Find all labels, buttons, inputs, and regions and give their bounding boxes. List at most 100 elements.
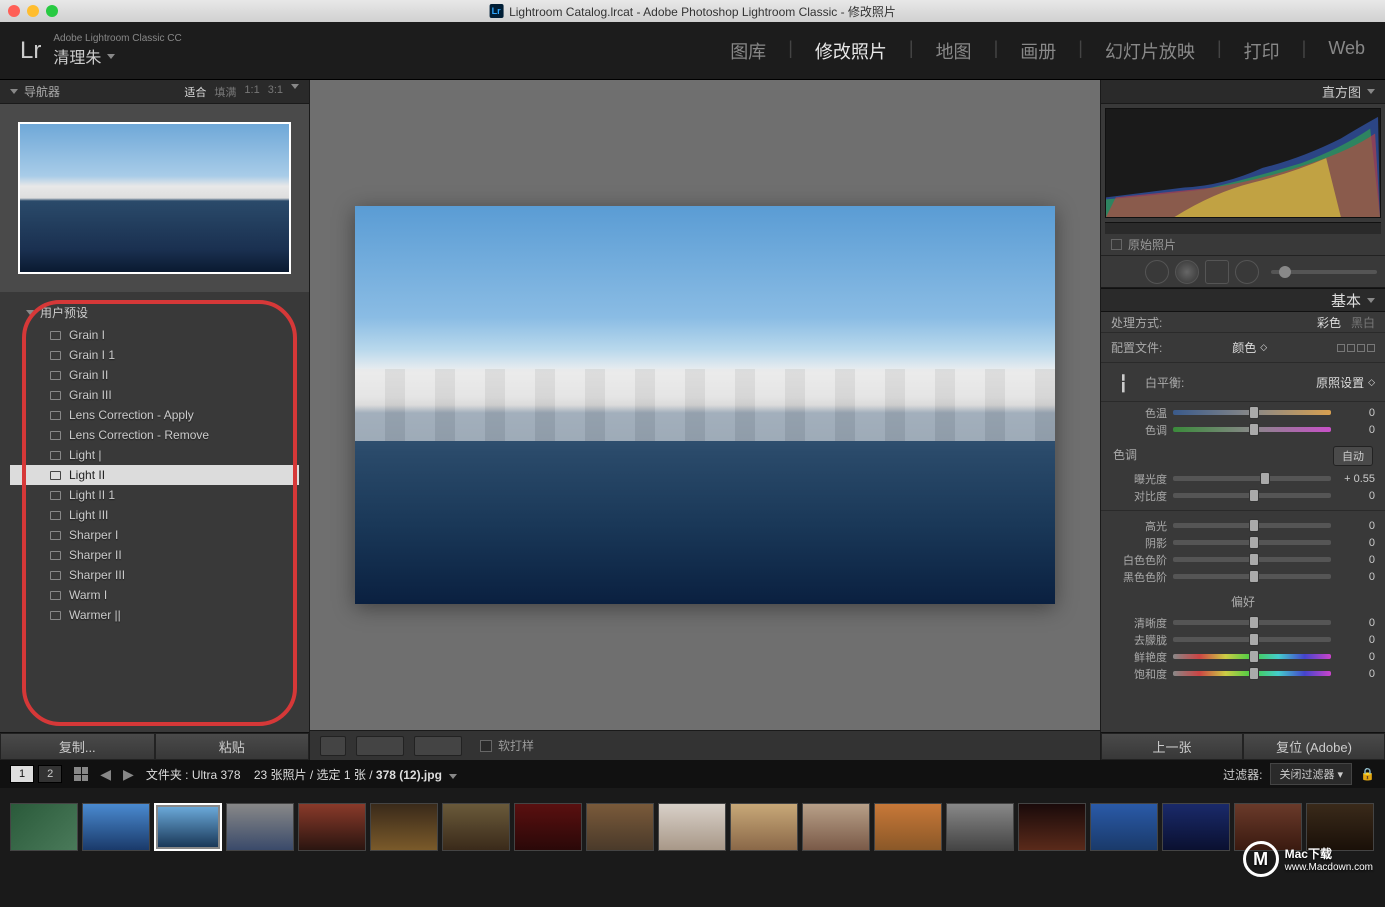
chevron-down-icon[interactable] — [291, 84, 299, 89]
loupe-view-button[interactable] — [320, 736, 346, 756]
reset-button[interactable]: 复位 (Adobe) — [1243, 733, 1385, 760]
slider-清晰度[interactable]: 清晰度0 — [1111, 614, 1375, 631]
slider-色温[interactable]: 色温0 — [1111, 404, 1375, 421]
lock-icon[interactable]: 🔒 — [1360, 767, 1375, 781]
brush-size-slider[interactable] — [1271, 270, 1377, 274]
slider-白色色阶[interactable]: 白色色阶0 — [1111, 551, 1375, 568]
zoom-3:1[interactable]: 3:1 — [268, 84, 283, 100]
histogram[interactable] — [1105, 108, 1381, 218]
basic-panel-header[interactable]: 基本 — [1101, 288, 1385, 312]
color-treatment-button[interactable]: 彩色 — [1317, 314, 1341, 331]
preset-item[interactable]: Sharper I — [10, 525, 299, 545]
graduated-filter-button[interactable] — [1205, 260, 1229, 284]
radial-filter-button[interactable] — [1235, 260, 1259, 284]
chevron-down-icon[interactable] — [449, 774, 457, 779]
bw-treatment-button[interactable]: 黑白 — [1351, 314, 1375, 331]
module-地图[interactable]: 地图 — [936, 38, 972, 64]
slider-色调[interactable]: 色调0 — [1111, 421, 1375, 438]
filmstrip-thumb[interactable] — [442, 803, 510, 851]
copy-settings-button[interactable]: 复制... — [0, 733, 155, 760]
slider-对比度[interactable]: 对比度0 — [1111, 487, 1375, 504]
module-画册[interactable]: 画册 — [1020, 38, 1056, 64]
preset-item[interactable]: Warm I — [10, 585, 299, 605]
filmstrip-thumb[interactable] — [1090, 803, 1158, 851]
nav-forward-button[interactable]: ▶ — [123, 766, 134, 783]
compare-view-button[interactable] — [414, 736, 462, 756]
preset-item[interactable]: Sharper III — [10, 565, 299, 585]
maximize-window-button[interactable] — [46, 5, 58, 17]
profile-dropdown[interactable]: 颜色 ◇ — [1232, 339, 1267, 356]
filmstrip-thumb[interactable] — [10, 803, 78, 851]
filmstrip-thumb[interactable] — [1162, 803, 1230, 851]
filmstrip-thumb[interactable] — [298, 803, 366, 851]
zoom-适合[interactable]: 适合 — [184, 84, 206, 100]
module-幻灯片放映[interactable]: 幻灯片放映 — [1105, 38, 1195, 64]
preset-item[interactable]: Lens Correction - Remove — [10, 425, 299, 445]
slider-饱和度[interactable]: 饱和度0 — [1111, 665, 1375, 682]
primary-display-button[interactable]: 1 — [10, 765, 34, 783]
secondary-display-button[interactable]: 2 — [38, 765, 62, 783]
zoom-填满[interactable]: 填满 — [214, 84, 236, 100]
filmstrip-thumb[interactable] — [82, 803, 150, 851]
slider-去朦胧[interactable]: 去朦胧0 — [1111, 631, 1375, 648]
slider-高光[interactable]: 高光0 — [1111, 517, 1375, 534]
filmstrip-thumb[interactable] — [1018, 803, 1086, 851]
paste-settings-button[interactable]: 粘贴 — [155, 733, 310, 760]
previous-button[interactable]: 上一张 — [1101, 733, 1243, 760]
preset-item[interactable]: Sharper II — [10, 545, 299, 565]
image-canvas[interactable] — [310, 80, 1100, 730]
preset-item[interactable]: Grain I 1 — [10, 345, 299, 365]
auto-tone-button[interactable]: 自动 — [1333, 446, 1373, 466]
filter-dropdown[interactable]: 关闭过滤器 ▾ — [1270, 763, 1352, 785]
slider-鲜艳度[interactable]: 鲜艳度0 — [1111, 648, 1375, 665]
navigator-header[interactable]: 导航器 适合填满1:13:1 — [0, 80, 309, 104]
filmstrip-thumb[interactable] — [874, 803, 942, 851]
slider-曝光度[interactable]: 曝光度+ 0.55 — [1111, 470, 1375, 487]
filmstrip-thumb[interactable] — [370, 803, 438, 851]
preset-item[interactable]: Light | — [10, 445, 299, 465]
soft-proof-toggle[interactable]: 软打样 — [480, 737, 534, 754]
slider-阴影[interactable]: 阴影0 — [1111, 534, 1375, 551]
zoom-1:1[interactable]: 1:1 — [244, 84, 259, 100]
wb-preset-dropdown[interactable]: 原照设置◇ — [1316, 374, 1375, 391]
filmstrip-thumb[interactable] — [586, 803, 654, 851]
preset-item[interactable]: Lens Correction - Apply — [10, 405, 299, 425]
filmstrip-thumb[interactable] — [946, 803, 1014, 851]
close-window-button[interactable] — [8, 5, 20, 17]
module-打印[interactable]: 打印 — [1244, 38, 1280, 64]
original-photo-row[interactable]: 原始照片 — [1101, 234, 1385, 256]
preset-item[interactable]: Grain I — [10, 325, 299, 345]
filmstrip[interactable] — [0, 788, 1385, 866]
filmstrip-thumb[interactable] — [226, 803, 294, 851]
nav-back-button[interactable]: ◀ — [100, 766, 111, 783]
filmstrip-thumb[interactable] — [514, 803, 582, 851]
preset-item[interactable]: Light III — [10, 505, 299, 525]
preset-item[interactable]: Light II — [10, 465, 299, 485]
spot-removal-button[interactable] — [1145, 260, 1169, 284]
filmstrip-thumb[interactable] — [730, 803, 798, 851]
before-after-button[interactable] — [356, 736, 404, 756]
filmstrip-thumb[interactable] — [658, 803, 726, 851]
minimize-window-button[interactable] — [27, 5, 39, 17]
preset-folder-header[interactable]: 用户预设 — [10, 300, 299, 325]
preset-item[interactable]: Grain II — [10, 365, 299, 385]
navigator-preview[interactable] — [0, 104, 309, 292]
grid-view-button[interactable] — [74, 767, 88, 781]
preset-item[interactable]: Grain III — [10, 385, 299, 405]
identity-plate[interactable]: 清理朱 — [53, 44, 181, 68]
module-修改照片[interactable]: 修改照片 — [815, 38, 887, 64]
slider-黑色色阶[interactable]: 黑色色阶0 — [1111, 568, 1375, 585]
module-图库[interactable]: 图库 — [730, 38, 766, 64]
redeye-tool-button[interactable] — [1175, 260, 1199, 284]
filmstrip-thumb[interactable] — [802, 803, 870, 851]
crop-tool-button[interactable] — [1109, 271, 1139, 272]
preset-item[interactable]: Light II 1 — [10, 485, 299, 505]
profile-browser-button[interactable] — [1337, 344, 1375, 352]
preset-item[interactable]: Warmer || — [10, 605, 299, 625]
filmstrip-thumb[interactable] — [154, 803, 222, 851]
folder-path[interactable]: 文件夹 : Ultra 378 — [146, 768, 241, 782]
module-Web[interactable]: Web — [1328, 38, 1365, 64]
eyedropper-icon[interactable] — [1106, 366, 1137, 397]
histogram-header[interactable]: 直方图 — [1101, 80, 1385, 104]
histogram-sections[interactable] — [1105, 222, 1381, 234]
